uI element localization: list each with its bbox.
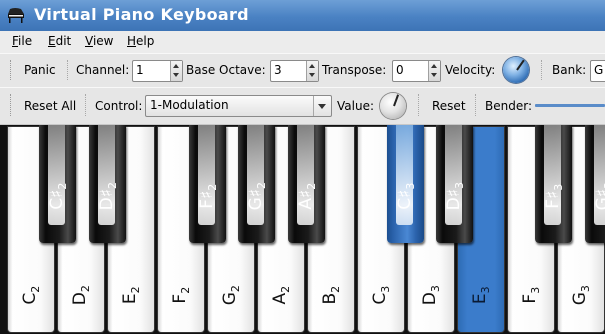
menu-edit[interactable]: Edit bbox=[48, 34, 71, 48]
base-octave-spinbox[interactable]: 3 bbox=[270, 60, 319, 82]
black-key-a-sharp2[interactable]: A♯2 bbox=[288, 125, 325, 243]
key-label: D♯2 bbox=[96, 182, 119, 211]
toolbar-separator bbox=[67, 60, 69, 80]
transpose-value: 0 bbox=[396, 63, 404, 77]
toolbar-controllers: Reset All Control: 1-Modulation Value: R… bbox=[0, 87, 605, 125]
piano-app-icon bbox=[8, 8, 24, 23]
key-label: C♯2 bbox=[46, 182, 69, 210]
key-label: C2 bbox=[19, 285, 43, 305]
transpose-spin-arrows[interactable] bbox=[428, 61, 440, 81]
bank-label: Bank: bbox=[552, 63, 587, 77]
toolbar-separator bbox=[541, 60, 543, 80]
key-label: D♯3 bbox=[443, 182, 466, 211]
window-title: Virtual Piano Keyboard bbox=[34, 5, 249, 24]
key-label: E3 bbox=[469, 285, 493, 304]
menu-file[interactable]: File bbox=[12, 34, 32, 48]
key-label: F♯3 bbox=[542, 183, 565, 209]
key-label: B2 bbox=[319, 285, 343, 305]
toolbar-separator bbox=[85, 94, 87, 116]
black-key-f-sharp3[interactable]: F♯3 bbox=[535, 125, 572, 243]
control-combobox[interactable]: 1-Modulation bbox=[145, 95, 332, 117]
key-label: F2 bbox=[169, 286, 193, 304]
black-key-c-sharp3[interactable]: C♯3 bbox=[387, 125, 424, 243]
control-value: 1-Modulation bbox=[150, 98, 229, 112]
black-key-g-sharp2[interactable]: G♯2 bbox=[238, 125, 275, 243]
black-key-f-sharp2[interactable]: F♯2 bbox=[189, 125, 226, 243]
base-octave-spin-arrows[interactable] bbox=[306, 61, 318, 81]
key-label: C3 bbox=[369, 285, 393, 305]
bender-slider[interactable] bbox=[535, 104, 605, 107]
menu-bar: File Edit View Help bbox=[0, 31, 605, 53]
channel-spinbox[interactable]: 1 bbox=[132, 60, 183, 82]
bender-label: Bender: bbox=[485, 99, 532, 113]
black-key-c-sharp2[interactable]: C♯2 bbox=[39, 125, 76, 243]
black-key-d-sharp2[interactable]: D♯2 bbox=[89, 125, 126, 243]
chevron-down-icon[interactable] bbox=[313, 96, 331, 116]
transpose-label: Transpose: bbox=[322, 63, 387, 77]
black-key-g-sharp3[interactable]: G♯3 bbox=[585, 125, 605, 243]
title-bar: Virtual Piano Keyboard bbox=[0, 0, 605, 31]
reset-all-button[interactable]: Reset All bbox=[24, 99, 76, 113]
velocity-label: Velocity: bbox=[445, 63, 496, 77]
key-label: G3 bbox=[569, 284, 593, 305]
base-octave-label: Base Octave: bbox=[186, 63, 266, 77]
key-label: F♯2 bbox=[196, 183, 219, 209]
value-label: Value: bbox=[337, 99, 374, 113]
menu-view[interactable]: View bbox=[85, 34, 113, 48]
key-label: G2 bbox=[219, 284, 243, 305]
piano-keyboard[interactable]: C2 D2 E2 F2 G2 A2 B2 C3 D3 E3 F3 G3 C♯2 D♯2 F♯2 G♯2 A♯2 C… bbox=[0, 125, 605, 334]
channel-value: 1 bbox=[136, 63, 144, 77]
bank-spinbox[interactable]: G bbox=[590, 60, 605, 82]
key-label: G♯3 bbox=[592, 182, 605, 211]
black-key-d-sharp3[interactable]: D♯3 bbox=[436, 125, 473, 243]
value-knob[interactable] bbox=[380, 93, 406, 119]
key-label: F3 bbox=[519, 286, 543, 304]
base-octave-value: 3 bbox=[274, 63, 282, 77]
toolbar-grip[interactable] bbox=[10, 94, 14, 116]
transpose-spinbox[interactable]: 0 bbox=[392, 60, 441, 82]
reset-button[interactable]: Reset bbox=[432, 99, 466, 113]
key-label: C♯3 bbox=[394, 182, 417, 210]
velocity-knob[interactable] bbox=[503, 57, 529, 83]
key-label: E2 bbox=[119, 285, 143, 304]
toolbar-separator bbox=[475, 94, 477, 116]
control-label: Control: bbox=[95, 99, 143, 113]
key-label: D2 bbox=[69, 284, 93, 305]
key-label: D3 bbox=[419, 284, 443, 305]
toolbar-separator bbox=[418, 94, 420, 116]
menu-help[interactable]: Help bbox=[127, 34, 154, 48]
key-label: A2 bbox=[269, 285, 293, 305]
key-label: G♯2 bbox=[245, 181, 268, 211]
toolbar-grip[interactable] bbox=[10, 60, 14, 80]
panic-button[interactable]: Panic bbox=[24, 63, 56, 77]
toolbar-controls: Panic Channel: 1 Base Octave: 3 Transpos… bbox=[0, 53, 605, 88]
bank-value: G bbox=[594, 63, 604, 77]
channel-label: Channel: bbox=[76, 63, 130, 77]
key-label: A♯2 bbox=[295, 182, 318, 210]
channel-spin-arrows[interactable] bbox=[170, 61, 182, 81]
